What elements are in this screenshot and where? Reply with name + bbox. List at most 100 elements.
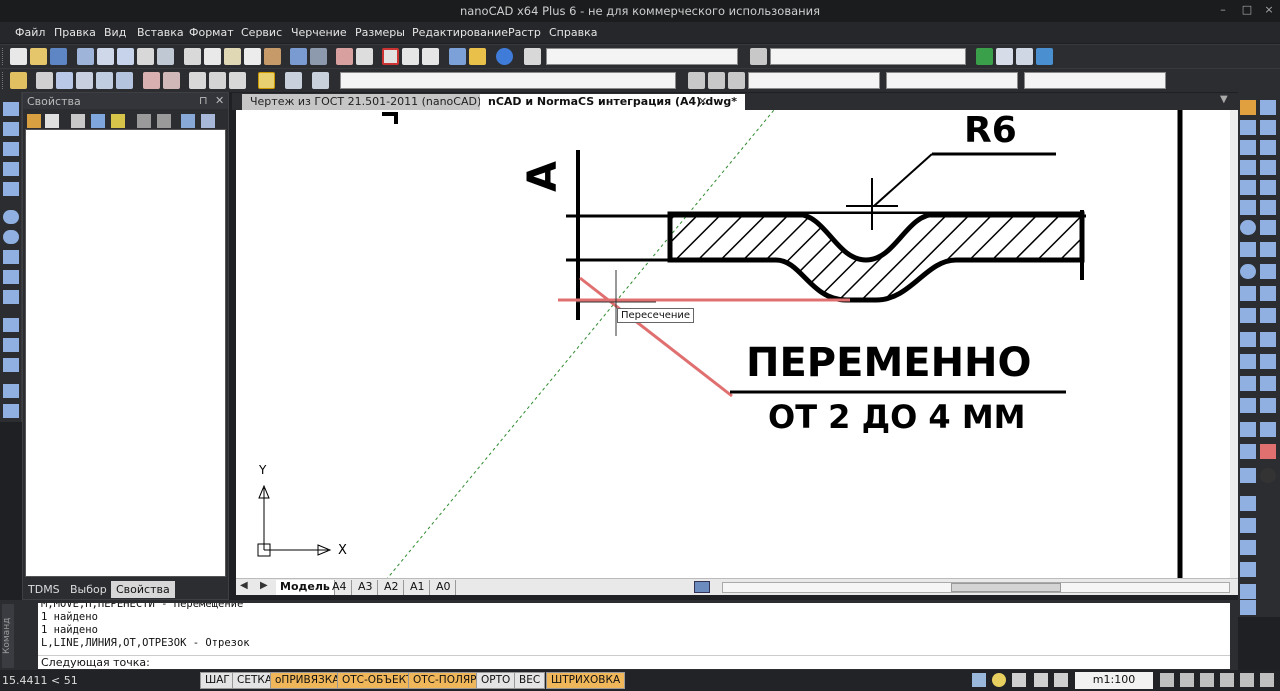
close-window-button[interactable]: ×	[1260, 3, 1278, 18]
menu-help[interactable]: Справка	[549, 26, 597, 39]
snap-toggle[interactable]: ШАГ	[200, 672, 235, 689]
zoom-extents-icon[interactable]	[402, 48, 419, 65]
otrack-toggle[interactable]: ОТС-ОБЪЕКТ	[337, 672, 418, 689]
arc-dim-icon[interactable]	[3, 250, 19, 264]
toolbar-grip[interactable]	[2, 48, 5, 65]
menu-dimensions[interactable]: Размеры	[355, 26, 405, 39]
rotate-tool-icon[interactable]	[1260, 220, 1276, 235]
center-mark-icon[interactable]	[3, 384, 19, 398]
drawing-canvas[interactable]: A R6 ПЕРЕМЕННО ОТ 2 ДО 4 ММ Y X	[236, 110, 1230, 578]
layer-manager-icon[interactable]	[312, 72, 329, 89]
print-icon[interactable]	[77, 48, 94, 65]
zoom-realtime-icon[interactable]	[356, 48, 373, 65]
menu-insert[interactable]: Вставка	[137, 26, 184, 39]
lineweight-select[interactable]	[1024, 72, 1166, 89]
trim-tool-icon[interactable]	[1260, 286, 1276, 301]
rectangle-tool-icon[interactable]	[1240, 180, 1256, 195]
scale-tool-icon[interactable]	[1260, 242, 1276, 257]
unlock-icon[interactable]	[157, 114, 171, 128]
dimension-ordinate-icon[interactable]	[116, 72, 133, 89]
color-icon[interactable]	[688, 72, 705, 89]
publish-icon[interactable]	[117, 48, 134, 65]
undo-icon[interactable]	[290, 48, 307, 65]
spline-tool-icon[interactable]	[1240, 242, 1256, 257]
ray-tool-icon[interactable]	[1240, 120, 1256, 135]
toolbar-grip[interactable]	[2, 72, 5, 89]
polygon-tool-icon[interactable]	[1240, 160, 1256, 175]
doc-tab-gost[interactable]: Чертеж из ГОСТ 21.501-2011 (nanoCAD).dwg	[242, 94, 516, 110]
tolerance-icon[interactable]	[163, 72, 180, 89]
library-icon[interactable]	[1016, 48, 1033, 65]
layout-tab-a0[interactable]: A0	[432, 580, 456, 595]
prev-layout-icon[interactable]: ◀	[240, 580, 248, 591]
bomb-icon[interactable]	[1260, 468, 1276, 483]
select-objects-icon[interactable]	[71, 114, 85, 128]
alphabetical-icon[interactable]	[201, 114, 215, 128]
tab-properties[interactable]: Свойства	[111, 581, 175, 598]
ellipse-tool-icon[interactable]	[1240, 264, 1256, 279]
color-select[interactable]	[748, 72, 880, 89]
layout-tab-a2[interactable]: A2	[380, 580, 404, 595]
osnap-toggle[interactable]: оПРИВЯЗКА	[270, 672, 345, 689]
table-tool-icon[interactable]	[1240, 398, 1256, 413]
linetype-icon[interactable]	[708, 72, 725, 89]
offset-tool-icon[interactable]	[1260, 160, 1276, 175]
layout-tab-a4[interactable]: A4	[328, 580, 352, 595]
aligned-dim-icon[interactable]	[3, 122, 19, 136]
lamp-icon[interactable]	[992, 673, 1006, 687]
dim-style-icon[interactable]	[750, 48, 767, 65]
radius-dim-icon[interactable]	[3, 210, 19, 224]
fullscreen-icon[interactable]	[1260, 673, 1274, 687]
wipeout-tool-icon[interactable]	[1240, 468, 1256, 483]
break-tool-icon[interactable]	[1260, 332, 1276, 347]
measure-icon[interactable]	[469, 48, 486, 65]
select-icon[interactable]	[36, 72, 53, 89]
link-icon[interactable]	[1036, 48, 1053, 65]
funnel-icon[interactable]	[111, 114, 125, 128]
toolbar-lock-icon[interactable]	[1180, 673, 1194, 687]
horizontal-scrollbar[interactable]	[722, 582, 1230, 593]
export-icon[interactable]	[157, 48, 174, 65]
maximize-button[interactable]: □	[1238, 3, 1256, 18]
xline-tool-icon[interactable]	[1260, 120, 1276, 135]
layout-tab-a1[interactable]: A1	[406, 580, 430, 595]
categorized-icon[interactable]	[181, 114, 195, 128]
plot-icon[interactable]	[137, 48, 154, 65]
tab-selection[interactable]: Выбор	[65, 581, 112, 598]
polar-toggle[interactable]: ОТС-ПОЛЯР	[408, 672, 482, 689]
annotation-scale[interactable]: m1:100	[1075, 672, 1153, 689]
zoom-window-icon[interactable]	[382, 48, 399, 65]
fillet-tool-icon[interactable]	[1260, 398, 1276, 413]
tab-list-chevron-icon[interactable]: ▼	[1220, 94, 1228, 105]
angular-dim-icon[interactable]	[3, 270, 19, 284]
save-icon[interactable]	[50, 48, 67, 65]
command-input[interactable]: Следующая точка:	[38, 655, 1230, 669]
menu-format[interactable]: Формат	[189, 26, 234, 39]
close-panel-icon[interactable]: ✕	[215, 94, 224, 107]
ortho-toggle[interactable]: ОРТО	[476, 672, 516, 689]
lineweight-toggle[interactable]: ВЕС	[514, 672, 546, 689]
array-tool-icon[interactable]	[1260, 180, 1276, 195]
vertical-scrollbar[interactable]	[1230, 110, 1238, 578]
tab-tdms[interactable]: TDMS	[23, 581, 65, 598]
region-tool-icon[interactable]	[1240, 376, 1256, 391]
dimension-aligned-icon[interactable]	[76, 72, 93, 89]
layout-view-icon[interactable]	[694, 581, 710, 593]
text-style-select[interactable]	[546, 48, 738, 65]
layout-tab-a3[interactable]: A3	[354, 580, 378, 595]
stretch-tool-icon[interactable]	[1260, 264, 1276, 279]
menu-file[interactable]: Файл	[15, 26, 45, 39]
hatch-tool-icon[interactable]	[1240, 332, 1256, 347]
layer-select[interactable]	[340, 72, 676, 89]
toggle-pickadd-icon[interactable]	[45, 114, 59, 128]
block-tool-icon[interactable]	[1240, 286, 1256, 301]
close-tab-icon[interactable]: ✕	[698, 95, 707, 108]
line-tool-icon[interactable]	[1240, 100, 1256, 115]
insert-icon[interactable]	[209, 72, 226, 89]
menu-raster[interactable]: Растр	[508, 26, 541, 39]
normacs-icon[interactable]	[976, 48, 993, 65]
mtext-tool-icon[interactable]	[1240, 422, 1256, 437]
dim-edit-icon[interactable]	[3, 404, 19, 418]
paste-special-icon[interactable]	[244, 48, 261, 65]
annotate-icon[interactable]	[1012, 673, 1026, 687]
